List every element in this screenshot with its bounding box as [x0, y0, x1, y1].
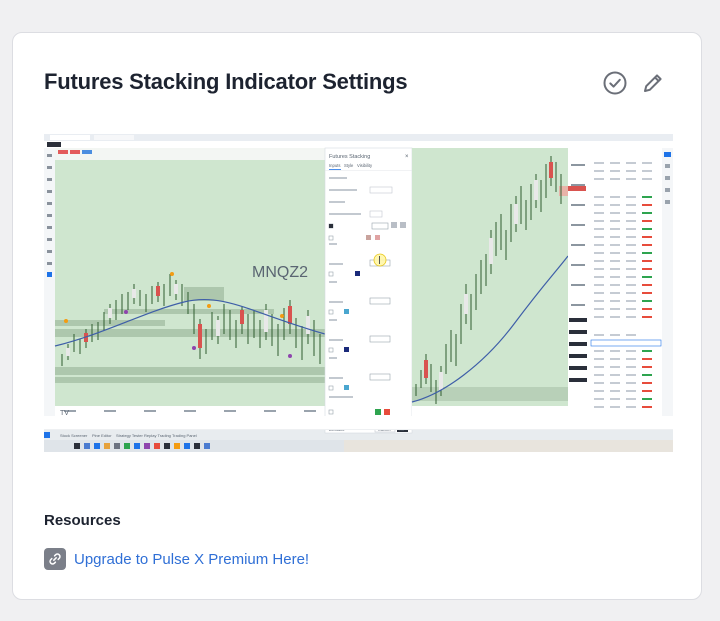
svg-text:×: ×	[405, 154, 409, 160]
pencil-icon	[644, 74, 662, 92]
dialog-tab-style: Style	[344, 163, 354, 168]
chart-watermark-symbol: MNQZ2	[252, 264, 308, 281]
dialog-title: Futures Stacking	[329, 154, 370, 160]
link-icon	[44, 548, 66, 570]
indicator-settings-screenshot: MNQZ2 TV Futures Stacking × Inputs Style…	[44, 134, 673, 452]
lesson-card: Futures Stacking Indicator Settings MNQZ…	[12, 32, 702, 600]
dialog-tab-visibility: Visibility	[357, 163, 373, 168]
resource-link-label: Upgrade to Pulse X Premium Here!	[74, 550, 310, 568]
check-circle-icon	[603, 71, 627, 95]
resources-heading: Resources	[44, 512, 121, 529]
page-title: Futures Stacking Indicator Settings	[44, 69, 408, 94]
edit-button[interactable]	[639, 69, 667, 97]
resource-link-premium[interactable]: Upgrade to Pulse X Premium Here!	[44, 547, 309, 571]
dialog-tab-inputs: Inputs	[329, 163, 340, 168]
mark-complete-button[interactable]	[601, 69, 629, 97]
svg-text:TV: TV	[60, 410, 69, 417]
